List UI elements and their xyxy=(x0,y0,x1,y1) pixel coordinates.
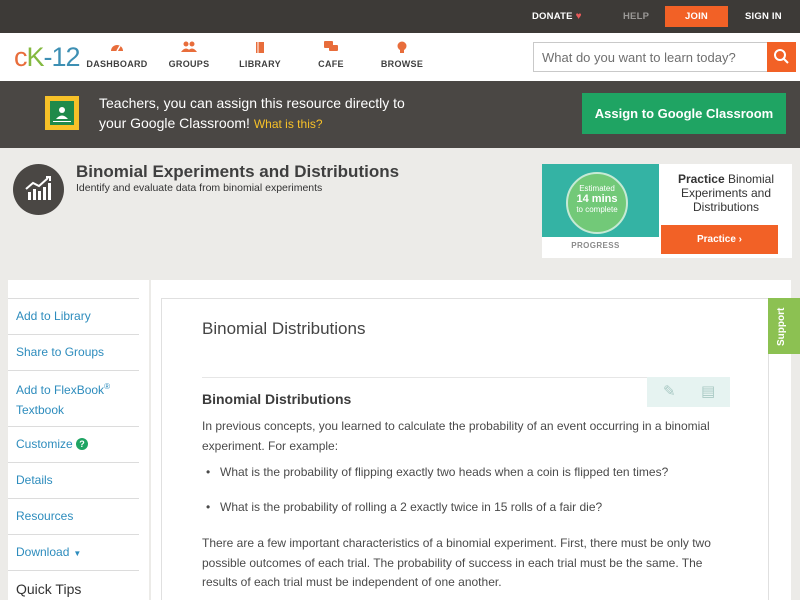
practice-description: Practice Binomial Experiments and Distri… xyxy=(666,172,786,214)
chevron-right-icon: › xyxy=(738,234,743,245)
top-bar: DONATE ♥ HELP JOIN SIGN IN xyxy=(0,0,800,33)
estimate-text: Estimated 14 mins to complete xyxy=(566,184,628,215)
support-tab[interactable]: Support xyxy=(768,298,800,354)
flexbook-label-2: Textbook xyxy=(16,403,65,417)
registered-mark: ® xyxy=(104,382,110,391)
nav-groups-label: GROUPS xyxy=(168,59,210,69)
quick-tips-heading: Quick Tips xyxy=(8,570,139,600)
cafe-icon xyxy=(296,41,366,55)
search-button[interactable] xyxy=(767,42,796,72)
lesson-panel: Binomial Distributions ✎ ▤ Binomial Dist… xyxy=(161,298,769,600)
nav-browse-label: BROWSE xyxy=(380,59,424,69)
para-line-2: possible outcomes of each trial. The pro… xyxy=(202,555,703,570)
concept-title: Binomial Experiments and Distributions xyxy=(76,162,400,181)
pencil-icon[interactable]: ✎ xyxy=(663,382,676,400)
help-icon[interactable]: ? xyxy=(76,438,89,450)
practice-progress-graphic: Estimated 14 mins to complete xyxy=(542,164,659,237)
support-label: Support xyxy=(776,307,787,346)
lesson-title: Binomial Distributions xyxy=(202,319,366,338)
sidebar-details[interactable]: Details xyxy=(8,462,139,498)
notes-icon[interactable]: ▤ xyxy=(701,382,715,400)
progress-label: PROGRESS xyxy=(571,241,620,250)
sidebar-customize[interactable]: Customize ? xyxy=(8,426,139,462)
intro-line-1: In previous concepts, you learned to cal… xyxy=(202,419,710,433)
join-button[interactable]: JOIN xyxy=(665,6,728,27)
intro-paragraph: In previous concepts, you learned to cal… xyxy=(202,417,732,456)
nav-cafe-label: CAFE xyxy=(318,59,344,69)
lesson-tools: ✎ ▤ xyxy=(647,377,730,407)
para-line-3: results of each trial must be independen… xyxy=(202,575,502,589)
search-input[interactable] xyxy=(534,43,768,71)
sign-in-link[interactable]: SIGN IN xyxy=(745,0,782,33)
concept-subtitle: Identify and evaluate data from binomial… xyxy=(76,182,323,194)
intro-line-2: experiment. For example: xyxy=(202,438,339,453)
para-line-1: There are a few important characteristic… xyxy=(202,536,711,550)
banner-message: Teachers, you can assign this resource d… xyxy=(99,93,405,134)
banner-line-1: Teachers, you can assign this resource d… xyxy=(99,95,405,111)
sidebar-add-to-library[interactable]: Add to Library xyxy=(8,298,139,334)
banner-line-2: your Google Classroom! What is this? xyxy=(99,113,405,134)
help-link[interactable]: HELP xyxy=(623,0,649,33)
list-item: What is the probability of flipping exac… xyxy=(206,463,668,481)
nav-library[interactable]: LIBRARY xyxy=(225,41,295,69)
to-complete-label: to complete xyxy=(576,205,618,214)
concept-icon xyxy=(13,164,64,215)
download-label: Download xyxy=(16,545,70,559)
main-nav: cK-12 DASHBOARD GROUPS LIBRARY CAFE BROW… xyxy=(0,33,800,81)
estimated-mins: 14 mins xyxy=(576,193,618,205)
search-icon xyxy=(774,49,789,64)
logo-c: c xyxy=(14,42,27,72)
sidebar-share-to-groups[interactable]: Share to Groups xyxy=(8,334,139,370)
logo-dash: - xyxy=(43,42,53,72)
customize-label: Customize xyxy=(16,437,73,451)
banner-line-2-text: your Google Classroom! xyxy=(99,115,250,131)
flexbook-label: Add to FlexBook xyxy=(16,383,105,397)
logo-k: K xyxy=(26,42,45,72)
nav-groups[interactable]: GROUPS xyxy=(154,41,224,69)
what-is-this-link[interactable]: What is this? xyxy=(254,117,323,131)
search-box xyxy=(533,42,796,72)
browse-icon xyxy=(367,41,437,55)
sidebar: Add to Library Share to Groups Add to Fl… xyxy=(8,280,149,600)
assign-google-classroom-button[interactable]: Assign to Google Classroom xyxy=(582,93,786,134)
caret-down-icon: ▼ xyxy=(73,549,82,558)
library-icon xyxy=(225,41,295,55)
dashboard-icon xyxy=(82,41,152,55)
practice-button-label: Practice xyxy=(696,234,736,245)
chart-trend-icon xyxy=(25,176,51,200)
groups-icon xyxy=(154,41,224,55)
sidebar-add-to-flexbook[interactable]: Add to FlexBook® Textbook xyxy=(8,370,139,426)
practice-label-bold: Practice xyxy=(677,172,725,186)
logo-num: 12 xyxy=(51,42,81,72)
characteristics-paragraph: There are a few important characteristic… xyxy=(202,534,732,593)
nav-library-label: LIBRARY xyxy=(239,59,281,69)
google-classroom-icon xyxy=(45,96,79,130)
heart-icon: ♥ xyxy=(575,11,582,22)
section-heading: Binomial Distributions xyxy=(202,391,352,407)
practice-card: Estimated 14 mins to complete PROGRESS P… xyxy=(542,164,792,258)
donate-label: DONATE xyxy=(532,11,573,22)
donate-link[interactable]: DONATE ♥ xyxy=(532,0,582,33)
nav-dashboard[interactable]: DASHBOARD xyxy=(82,41,152,69)
ck12-logo[interactable]: cK-12 xyxy=(14,42,81,72)
nav-cafe[interactable]: CAFE xyxy=(296,41,366,69)
list-item: What is the probability of rolling a 2 e… xyxy=(206,498,602,516)
nav-dashboard-label: DASHBOARD xyxy=(86,59,148,69)
sidebar-download[interactable]: Download ▼ xyxy=(8,534,139,570)
main-content: Binomial Distributions ✎ ▤ Binomial Dist… xyxy=(151,280,791,600)
nav-browse[interactable]: BROWSE xyxy=(367,41,437,69)
practice-button[interactable]: Practice › xyxy=(661,225,778,254)
sidebar-resources[interactable]: Resources xyxy=(8,498,139,534)
